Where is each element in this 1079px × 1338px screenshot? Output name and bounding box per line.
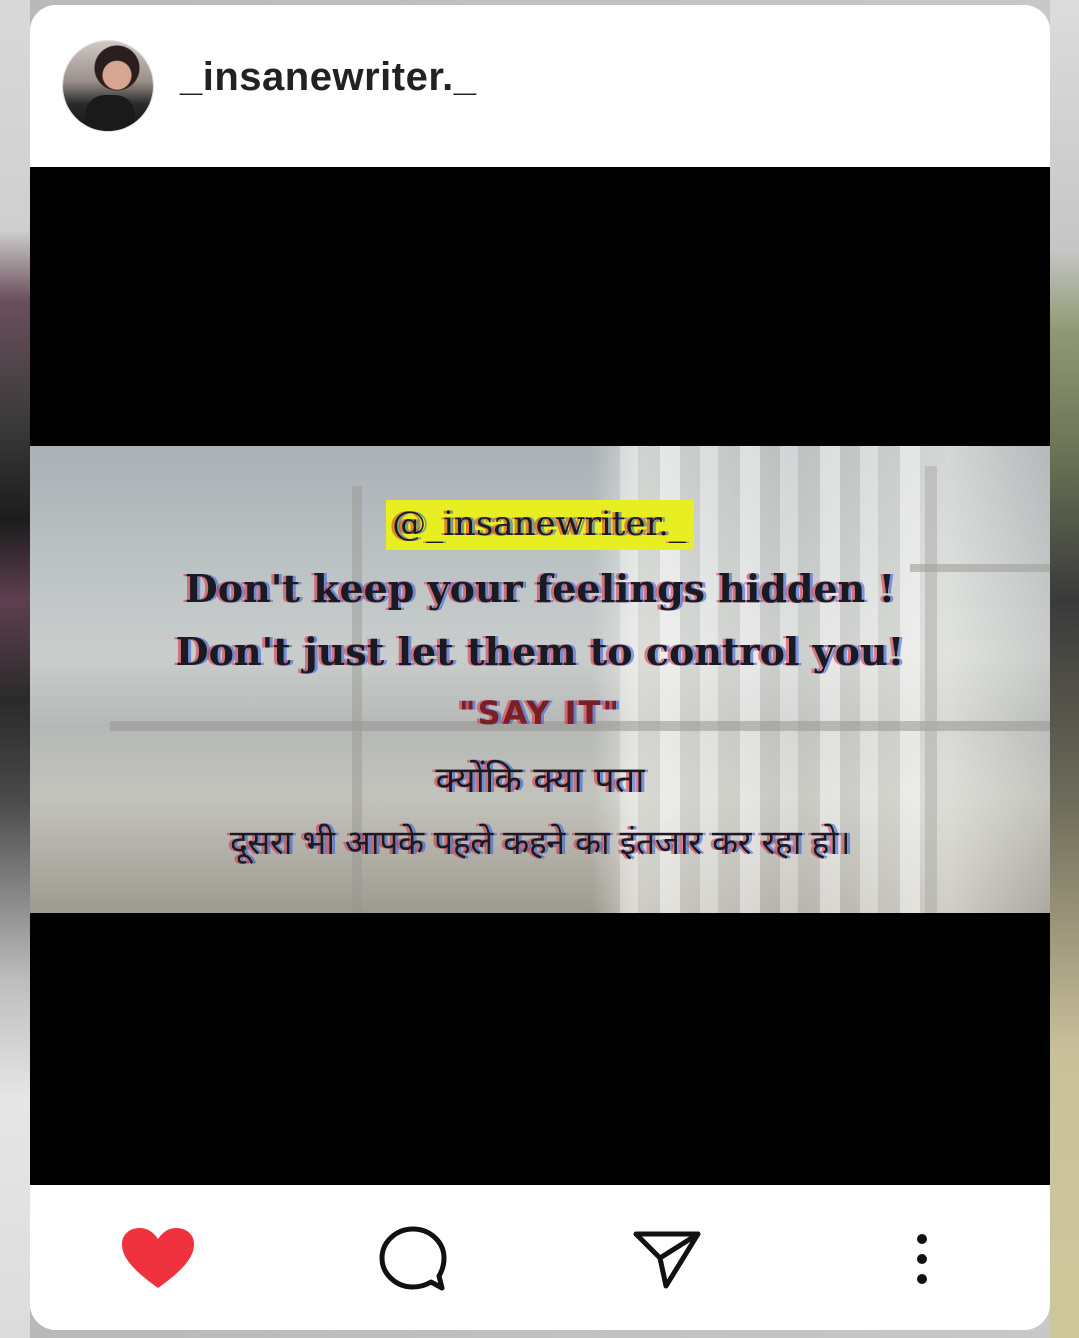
overlay-line-4: क्योंकि क्या पता	[435, 760, 645, 801]
post-image: @_insanewriter._ Don't keep your feeling…	[30, 446, 1050, 913]
comment-button[interactable]	[373, 1223, 453, 1295]
vertical-dots-icon	[917, 1234, 927, 1284]
post-header: _insanewriter._	[30, 5, 1050, 167]
overlay-handle: @_insanewriter._	[30, 500, 1050, 550]
share-button[interactable]	[627, 1223, 707, 1295]
like-button[interactable]	[118, 1223, 198, 1295]
avatar[interactable]	[63, 41, 153, 131]
post-media[interactable]: @_insanewriter._ Don't keep your feeling…	[30, 167, 1050, 1185]
more-options-button[interactable]	[882, 1223, 962, 1295]
action-bar	[30, 1185, 1050, 1330]
overlay-line-1: Don't keep your feelings hidden !	[184, 566, 896, 611]
heart-icon	[122, 1228, 194, 1288]
overlay-line-3: "SAY IT"	[458, 694, 622, 732]
paper-plane-icon	[633, 1231, 701, 1289]
overlay-line-5: दूसरा भी आपके पहले कहने का इंतजार कर रहा…	[229, 823, 851, 863]
background-left	[0, 0, 30, 1338]
username[interactable]: _insanewriter._	[180, 55, 477, 100]
overlay-text: @_insanewriter._ Don't keep your feeling…	[30, 446, 1050, 913]
overlay-line-2: Don't just let them to control you!	[175, 629, 905, 674]
background-right	[1050, 0, 1079, 1338]
speech-bubble-icon	[379, 1226, 447, 1291]
post-card: _insanewriter._ @_insanewriter._ Don't k…	[30, 5, 1050, 1330]
